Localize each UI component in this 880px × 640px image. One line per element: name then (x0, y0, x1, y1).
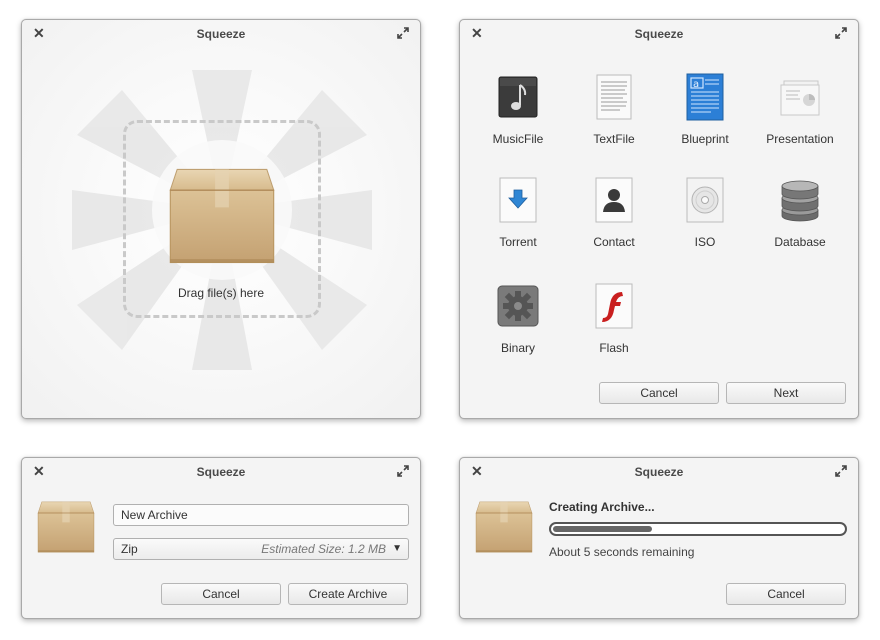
titlebar: ✕ Squeeze (460, 458, 858, 486)
format-value: Zip (121, 542, 138, 556)
archive-box-icon (475, 501, 533, 553)
blueprint-icon: a (686, 73, 724, 121)
time-remaining: About 5 seconds remaining (549, 545, 695, 559)
type-label: TextFile (593, 132, 635, 146)
maximize-icon[interactable] (396, 26, 410, 40)
text-file-icon (596, 74, 632, 120)
window-title: Squeeze (634, 465, 684, 479)
music-file-icon (498, 76, 538, 118)
maximize-icon[interactable] (396, 464, 410, 478)
window-title: Squeeze (634, 27, 684, 41)
type-label: Torrent (499, 235, 537, 249)
titlebar: ✕ Squeeze (460, 20, 858, 48)
type-contact[interactable]: Contact (564, 176, 664, 249)
window-title: Squeeze (196, 465, 246, 479)
progress-fill (553, 526, 652, 532)
progress-bar (549, 522, 847, 536)
type-label: Database (774, 235, 826, 249)
window-title: Squeeze (196, 27, 246, 41)
type-torrent[interactable]: Torrent (468, 176, 568, 249)
archive-box-icon (169, 168, 275, 264)
contact-icon (595, 177, 633, 223)
type-label: Flash (599, 341, 629, 355)
next-button[interactable]: Next (726, 382, 846, 404)
create-archive-window: ✕ Squeeze New Archive Zip Estimated Size… (21, 457, 421, 619)
cancel-button[interactable]: Cancel (599, 382, 719, 404)
binary-gear-icon (497, 285, 539, 327)
progress-title: Creating Archive... (549, 500, 655, 514)
type-iso[interactable]: ISO (655, 176, 755, 249)
type-label: Presentation (766, 132, 834, 146)
drop-window: ✕ Squeeze Drag file(s) here (21, 19, 421, 419)
type-label: Contact (593, 235, 635, 249)
flash-icon (595, 283, 633, 329)
titlebar: ✕ Squeeze (22, 458, 420, 486)
create-archive-button[interactable]: Create Archive (288, 583, 408, 605)
drop-label: Drag file(s) here (177, 286, 265, 300)
dropdown-arrow-icon: ▼ (392, 543, 402, 554)
presentation-icon (780, 80, 820, 116)
type-label: ISO (694, 235, 716, 249)
cancel-button[interactable]: Cancel (726, 583, 846, 605)
type-blueprint[interactable]: a Blueprint (655, 73, 755, 146)
type-database[interactable]: Database (750, 176, 850, 249)
iso-disc-icon (686, 177, 724, 223)
cancel-button[interactable]: Cancel (161, 583, 281, 605)
type-label: Binary (500, 341, 535, 355)
type-select-window: ✕ Squeeze MusicFile TextFile a Blueprint… (459, 19, 859, 419)
type-flash[interactable]: Flash (564, 282, 664, 355)
progress-window: ✕ Squeeze Creating Archive... About 5 se… (459, 457, 859, 619)
archive-box-icon (37, 501, 95, 553)
svg-text:a: a (693, 79, 699, 90)
type-musicfile[interactable]: MusicFile (468, 73, 568, 146)
type-presentation[interactable]: Presentation (750, 73, 850, 146)
maximize-icon[interactable] (834, 464, 848, 478)
type-label: Blueprint (681, 132, 729, 146)
maximize-icon[interactable] (834, 26, 848, 40)
type-textfile[interactable]: TextFile (564, 73, 664, 146)
archive-name-input[interactable]: New Archive (113, 504, 409, 526)
database-icon (781, 180, 819, 222)
type-binary[interactable]: Binary (468, 282, 568, 355)
estimated-size: Estimated Size: 1.2 MB (261, 542, 386, 556)
type-label: MusicFile (492, 132, 544, 146)
format-select[interactable]: Zip Estimated Size: 1.2 MB ▼ (113, 538, 409, 560)
torrent-icon (499, 177, 537, 223)
titlebar: ✕ Squeeze (22, 20, 420, 48)
